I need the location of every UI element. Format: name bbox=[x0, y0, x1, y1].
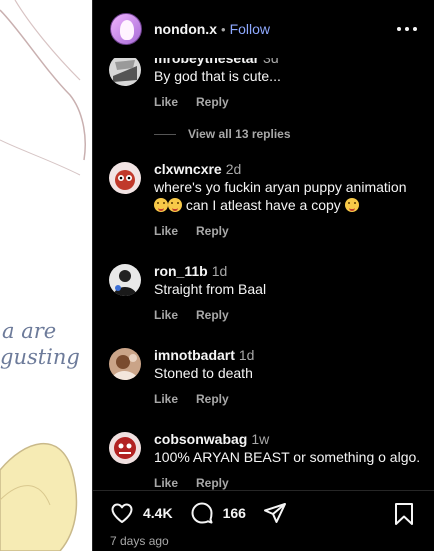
comment-time: 2d bbox=[225, 161, 242, 177]
avatar[interactable] bbox=[109, 162, 141, 194]
comment-text: 100% ARYAN BEAST or something o algo. bbox=[154, 449, 421, 465]
handwritten-text: a are gusting bbox=[0, 319, 80, 369]
reply-button[interactable]: Reply bbox=[196, 224, 229, 238]
comment-text: Straight from Baal bbox=[154, 281, 267, 297]
paper-plane-icon bbox=[263, 503, 286, 523]
comments-count[interactable]: 166 bbox=[223, 505, 246, 521]
comment-time: 1d bbox=[211, 263, 228, 279]
comment-text: Stoned to death bbox=[154, 365, 253, 381]
avatar[interactable] bbox=[109, 54, 141, 86]
grinning-cat-emoji-icon bbox=[344, 198, 359, 212]
share-button[interactable] bbox=[262, 501, 288, 525]
comment-text-part2: can I atleast have a copy bbox=[185, 197, 341, 213]
comment-button[interactable]: 166 bbox=[189, 501, 246, 525]
grinning-cat-emoji-icon bbox=[154, 198, 168, 212]
comment-username[interactable]: imnotbadart bbox=[154, 347, 235, 363]
comment-header: imnotbadart 1d bbox=[154, 346, 429, 364]
avatar[interactable] bbox=[109, 432, 141, 464]
save-button[interactable] bbox=[393, 502, 415, 526]
reply-button[interactable]: Reply bbox=[196, 392, 229, 406]
comment-text: By god that is cute... bbox=[154, 68, 281, 84]
comment-bubble-icon bbox=[191, 502, 213, 524]
comment-text: where's yo fuckin aryan puppy animation … bbox=[154, 178, 429, 214]
comment-header: cobsonwabag 1w bbox=[154, 430, 429, 448]
post-image[interactable]: a are gusting bbox=[0, 0, 92, 551]
comment-header: ron_11b 1d bbox=[154, 262, 429, 280]
avatar[interactable] bbox=[109, 348, 141, 380]
header-separator: • bbox=[221, 21, 226, 37]
like-comment-button[interactable]: Like bbox=[154, 95, 178, 109]
reply-button[interactable]: Reply bbox=[196, 476, 229, 490]
replies-divider bbox=[154, 133, 176, 135]
follow-button[interactable]: Follow bbox=[230, 21, 270, 37]
comment-text-part1: where's yo fuckin aryan puppy animation bbox=[154, 179, 407, 195]
view-replies-button[interactable]: View all 13 replies bbox=[154, 127, 291, 141]
like-button[interactable]: 4.4K bbox=[109, 501, 173, 525]
post-timestamp[interactable]: 7 days ago bbox=[110, 534, 169, 548]
comment-time: 1w bbox=[251, 431, 270, 447]
comment-username[interactable]: ron_11b bbox=[154, 263, 208, 279]
author-username[interactable]: nondon.x bbox=[154, 21, 217, 37]
comment-time: 1d bbox=[238, 347, 255, 363]
post-actions-bar: 4.4K 166 7 days ago bbox=[93, 490, 434, 551]
author-avatar[interactable] bbox=[110, 13, 142, 45]
comment-header: clxwncxre 2d bbox=[154, 160, 429, 178]
comments-panel: mrobeythesetar 3d By god that is cute... … bbox=[92, 0, 434, 551]
like-comment-button[interactable]: Like bbox=[154, 476, 178, 490]
comments-list[interactable]: mrobeythesetar 3d By god that is cute... … bbox=[93, 0, 434, 490]
like-comment-button[interactable]: Like bbox=[154, 224, 178, 238]
heart-icon bbox=[111, 503, 133, 523]
likes-count[interactable]: 4.4K bbox=[143, 505, 173, 521]
grinning-cat-emoji-icon bbox=[168, 198, 182, 212]
avatar[interactable] bbox=[109, 264, 141, 296]
like-comment-button[interactable]: Like bbox=[154, 308, 178, 322]
view-replies-label: View all 13 replies bbox=[188, 127, 291, 141]
more-options-icon[interactable] bbox=[397, 22, 417, 36]
like-comment-button[interactable]: Like bbox=[154, 392, 178, 406]
post-header: nondon.x • Follow bbox=[93, 0, 434, 58]
reply-button[interactable]: Reply bbox=[196, 95, 229, 109]
comment-username[interactable]: cobsonwabag bbox=[154, 431, 247, 447]
reply-button[interactable]: Reply bbox=[196, 308, 229, 322]
bookmark-icon bbox=[395, 503, 413, 525]
comment-username[interactable]: clxwncxre bbox=[154, 161, 222, 177]
post-image-drawing bbox=[0, 0, 92, 551]
